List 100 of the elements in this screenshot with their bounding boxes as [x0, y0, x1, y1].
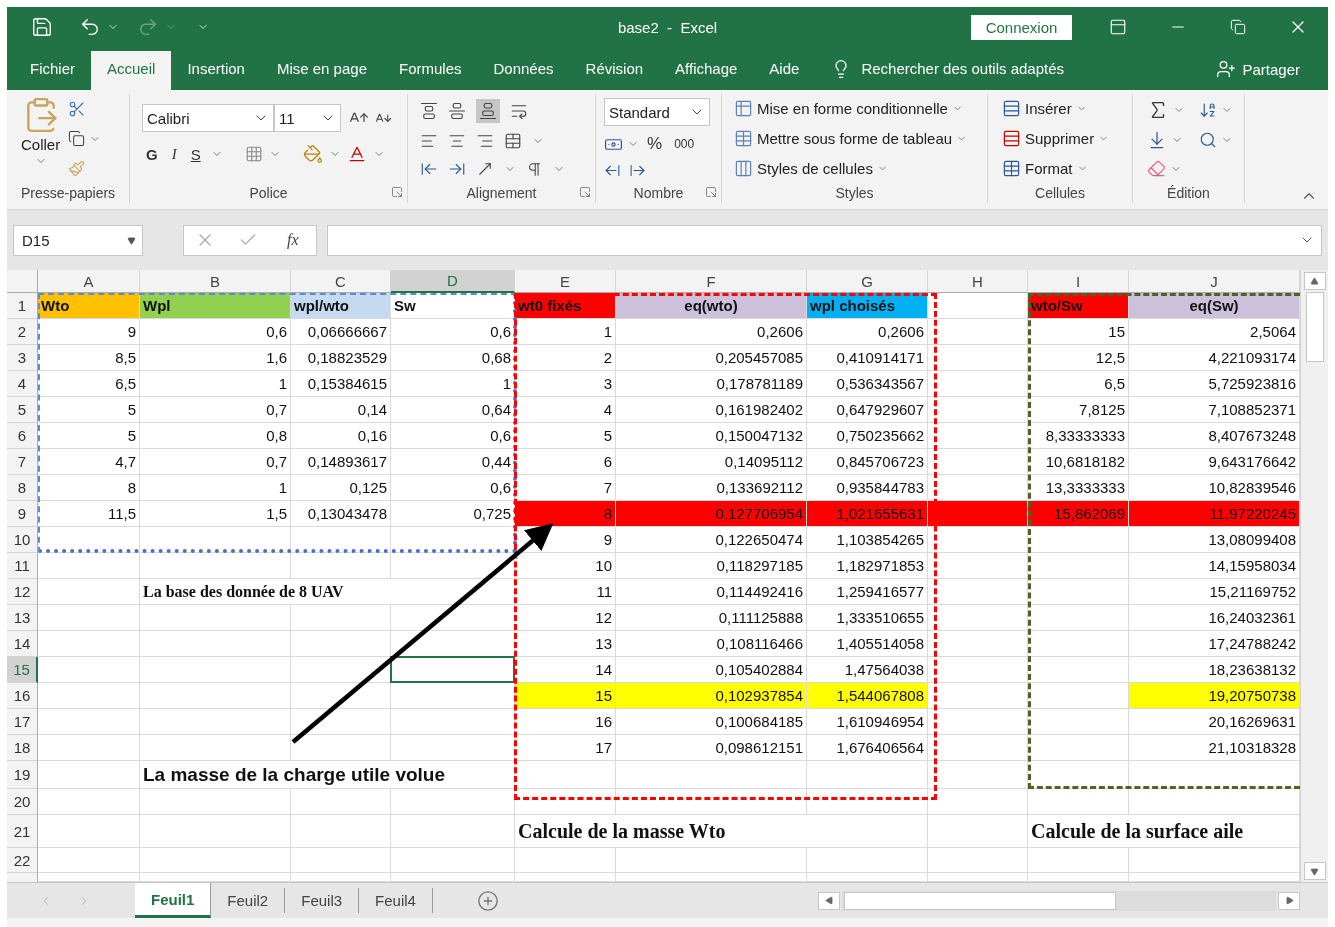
underline-button[interactable]: S [186, 145, 205, 163]
table-cell: 2 [515, 345, 616, 371]
italic-button[interactable]: I [167, 145, 181, 163]
sheet-tab[interactable]: Feuil2 [211, 888, 286, 913]
menu-tab[interactable]: Affichage [659, 51, 754, 90]
table-cell: 1,259416577 [807, 579, 928, 605]
menu-tab[interactable]: Formules [383, 51, 478, 90]
menu-tab[interactable]: Accueil [91, 51, 172, 90]
row-header[interactable]: 2 [7, 319, 38, 345]
column-header[interactable]: F [616, 270, 807, 293]
column-header[interactable]: I [1028, 270, 1129, 293]
table-cell: 7,8125 [1028, 397, 1129, 423]
cells-menu-button[interactable]: Format [1002, 158, 1126, 178]
sheet-tab[interactable]: Feuil3 [285, 888, 360, 913]
column-header[interactable]: H [928, 270, 1028, 293]
cells-menu-button[interactable]: Supprimer [1002, 129, 1126, 148]
menu-tab[interactable]: Aide [753, 51, 816, 90]
row-header[interactable]: 16 [7, 683, 38, 709]
column-header[interactable]: C [291, 270, 391, 293]
table-cell: 0,118297185 [616, 553, 807, 579]
name-box[interactable]: D15 [13, 224, 143, 256]
sheet-tab[interactable]: Feuil4 [359, 888, 433, 913]
row-header[interactable]: 11 [7, 553, 38, 579]
table-cell: 0,7 [140, 397, 291, 423]
font-name-field[interactable]: Calibri [142, 104, 274, 132]
font-size-field[interactable]: 11 [274, 104, 341, 132]
table-cell: Wto [38, 293, 140, 319]
table-cell: Calcule de la surface aile [1028, 815, 1300, 848]
column-header[interactable]: G [807, 270, 928, 293]
row-header[interactable]: 18 [7, 735, 38, 761]
table-cell: 14 [515, 657, 616, 683]
menu-tab[interactable]: Révision [569, 51, 660, 90]
styles-menu-button[interactable]: Mettre sous forme de tableau [734, 129, 981, 148]
row-header[interactable]: 8 [7, 475, 38, 501]
sheet-tab[interactable]: Feuil1 [135, 883, 212, 918]
table-cell: 12 [515, 605, 616, 631]
styles-menu-button[interactable]: Mise en forme conditionnelle [734, 99, 981, 119]
menu-tab[interactable]: Insertion [171, 51, 261, 90]
table-cell: 10,6818182 [1028, 449, 1129, 475]
row-header[interactable]: 19 [7, 761, 38, 789]
table-cell: 0,18823529 [291, 345, 391, 371]
table-cell: 1 [515, 319, 616, 345]
table-cell: 7 [515, 475, 616, 501]
column-header[interactable]: B [140, 270, 291, 293]
insert-function-button[interactable]: fx [281, 230, 305, 250]
column-header[interactable]: J [1129, 270, 1300, 293]
menu-tab[interactable]: Données [477, 51, 570, 90]
row-header[interactable]: 1 [7, 293, 38, 319]
row-header[interactable]: 7 [7, 449, 38, 475]
table-cell: 0,845706723 [807, 449, 928, 475]
thousands-button[interactable]: 000 [670, 137, 699, 151]
table-cell: 0,536343567 [807, 371, 928, 397]
row-header[interactable]: 20 [7, 789, 38, 815]
table-cell: 19,20750738 [1129, 683, 1300, 709]
table-cell: 11 [515, 579, 616, 605]
number-format-field[interactable]: Standard [604, 98, 710, 126]
table-cell: wt0 fixés [515, 293, 616, 319]
menu-tab[interactable]: Mise en page [260, 51, 383, 90]
row-header[interactable]: 22 [7, 848, 38, 873]
table-cell: 6 [515, 449, 616, 475]
bold-button[interactable]: G [142, 145, 162, 163]
table-cell: 16,24032361 [1129, 605, 1300, 631]
sign-in-button[interactable]: Connexion [971, 14, 1072, 40]
table-cell: 10,82839546 [1129, 475, 1300, 501]
row-header[interactable]: 14 [7, 631, 38, 657]
search-tools-field[interactable]: Rechercher des outils adaptés [815, 51, 1068, 90]
share-button[interactable]: Partager [1210, 51, 1306, 90]
group-label: Édition [1167, 185, 1210, 201]
menu-tab[interactable]: Fichier [14, 51, 91, 90]
row-header[interactable]: 4 [7, 371, 38, 397]
row-header[interactable]: 17 [7, 709, 38, 735]
row-header[interactable]: 9 [7, 501, 38, 527]
row-header[interactable]: 3 [7, 345, 38, 371]
percent-button[interactable]: % [643, 134, 667, 154]
row-header[interactable]: 21 [7, 815, 38, 848]
group-label: Nombre [633, 185, 684, 201]
row-header[interactable]: 13 [7, 605, 38, 631]
group-label: Alignement [466, 185, 537, 201]
table-cell: 5 [38, 423, 140, 449]
table-cell: 0,7 [140, 449, 291, 475]
table-cell: Calcule de la masse Wto [515, 815, 928, 848]
column-header[interactable]: D [391, 270, 515, 293]
table-cell: 0,750235662 [807, 423, 928, 449]
table-cell: 0,2606 [807, 319, 928, 345]
cells-menu-button[interactable]: Insérer [1002, 99, 1126, 119]
row-header[interactable]: 10 [7, 527, 38, 553]
column-header[interactable]: A [38, 270, 140, 293]
row-header[interactable]: 5 [7, 397, 38, 423]
table-cell: 0,2606 [616, 319, 807, 345]
column-header[interactable]: E [515, 270, 616, 293]
styles-menu-button[interactable]: Styles de cellules [734, 158, 981, 178]
row-header[interactable]: 6 [7, 423, 38, 449]
row-header[interactable]: 12 [7, 579, 38, 605]
table-cell: 0,125 [291, 475, 391, 501]
paste-button[interactable]: Coller [13, 94, 69, 183]
table-cell: 1,610946954 [807, 709, 928, 735]
table-cell: 1,5 [140, 501, 291, 527]
table-cell: 5 [515, 423, 616, 449]
table-cell: wpl choisés [807, 293, 928, 319]
row-header[interactable]: 15 [7, 657, 38, 683]
